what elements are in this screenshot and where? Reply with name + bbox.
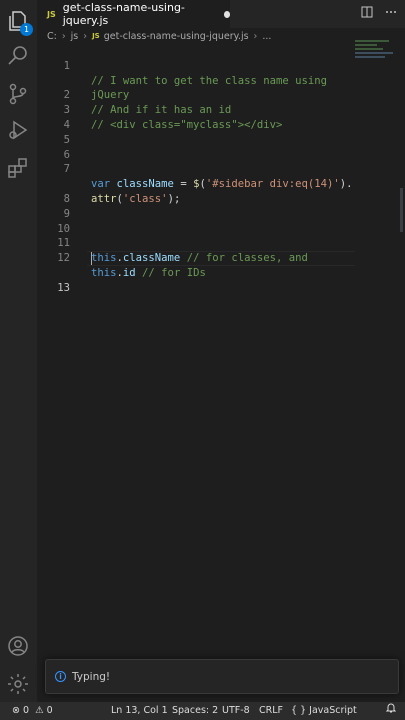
run-debug-icon[interactable] — [6, 118, 30, 142]
language-mode[interactable]: { } JavaScript — [291, 702, 357, 720]
info-icon: i — [55, 671, 66, 682]
breadcrumb-file[interactable]: get-class-name-using-jquery.js — [104, 31, 249, 42]
breadcrumb-more[interactable]: ... — [262, 31, 271, 42]
code-line: 5 — [37, 118, 357, 146]
explorer-badge: 1 — [20, 23, 33, 36]
code-editor[interactable]: 1 // I want to get the class name using … — [37, 44, 357, 294]
error-icon: ⊗ — [12, 705, 20, 716]
keyword-token: this — [91, 266, 117, 279]
text-cursor — [91, 252, 92, 266]
code-line: attr('class'); — [37, 162, 357, 205]
notification-toast[interactable]: i Typing! — [45, 659, 399, 694]
more-actions-icon[interactable] — [385, 6, 397, 22]
search-icon[interactable] — [6, 44, 30, 68]
editor-tab[interactable]: JS get-class-name-using-jquery.js — [37, 0, 230, 28]
variable-token: id — [122, 266, 136, 279]
source-control-icon[interactable] — [6, 82, 30, 106]
cursor-position[interactable]: Ln 13, Col 1 — [111, 702, 168, 720]
error-count: 0 — [23, 705, 30, 716]
code-line: 11 this.className // for classes, and — [37, 222, 357, 264]
line-number: 13 — [57, 281, 70, 294]
chevron-right-icon: › — [83, 30, 88, 42]
code-line: jQuery — [37, 59, 357, 101]
problems-indicator[interactable]: ⊗ 0 ⚠ 0 — [12, 702, 53, 720]
warning-icon: ⚠ — [35, 705, 44, 716]
code-text: this.id // for IDs — [91, 266, 206, 281]
breadcrumb: C: › js › JS get-class-name-using-jquery… — [37, 28, 405, 44]
unsaved-dot-icon[interactable] — [223, 10, 230, 18]
javascript-file-icon: JS — [92, 32, 100, 40]
warning-count: 0 — [46, 705, 53, 716]
code-line: 3 // <div class="myclass"></div> — [37, 88, 357, 131]
tab-filename: get-class-name-using-jquery.js — [62, 1, 185, 27]
comment-text: // for IDs — [135, 266, 206, 279]
extensions-icon[interactable] — [6, 156, 30, 180]
breadcrumb-drive[interactable]: C: — [47, 31, 57, 42]
language-label: JavaScript — [309, 705, 357, 716]
code-line: 1 // I want to get the class name using — [37, 44, 357, 87]
current-line-highlight — [87, 251, 355, 266]
minimap[interactable] — [355, 40, 399, 70]
activity-bar: 1 — [0, 0, 37, 702]
code-line: 10 — [37, 207, 357, 235]
tab-bar: JS get-class-name-using-jquery.js — [37, 0, 405, 28]
explorer-icon[interactable]: 1 — [6, 9, 33, 36]
vertical-scrollbar[interactable] — [399, 44, 405, 702]
javascript-file-icon: JS — [47, 9, 56, 19]
breadcrumb-folder[interactable]: js — [71, 31, 79, 42]
split-editor-icon[interactable] — [361, 6, 373, 22]
notifications-bell-icon[interactable] — [385, 702, 397, 720]
scrollbar-thumb[interactable] — [400, 188, 403, 232]
code-line: 7 var className = $('#sidebar div:eq(14)… — [37, 148, 357, 190]
tab-actions — [361, 6, 397, 22]
status-bar: ⊗ 0 ⚠ 0 Ln 13, Col 1 Spaces: 2 UTF-8 CRL… — [0, 702, 405, 720]
indentation[interactable]: Spaces: 2 — [172, 702, 218, 720]
chevron-right-icon: › — [253, 30, 258, 42]
line-ending[interactable]: CRLF — [259, 702, 283, 720]
chevron-right-icon: › — [61, 30, 66, 42]
settings-gear-icon[interactable] — [6, 672, 30, 696]
notification-message: Typing! — [72, 670, 111, 683]
code-line: 6 — [37, 133, 357, 161]
code-line-current: 13 — [37, 251, 357, 294]
editor-area: JS get-class-name-using-jquery.js C: › j… — [37, 0, 405, 702]
code-line: 2 // And if it has an id — [37, 74, 357, 116]
account-icon[interactable] — [6, 634, 30, 658]
code-line: 9 — [37, 192, 357, 220]
braces-icon: { } — [291, 705, 307, 716]
encoding[interactable]: UTF-8 — [222, 702, 250, 720]
code-line: 4 — [37, 103, 357, 131]
code-line: 8 — [37, 177, 357, 205]
code-line: 12 this.id // for IDs — [37, 236, 357, 279]
